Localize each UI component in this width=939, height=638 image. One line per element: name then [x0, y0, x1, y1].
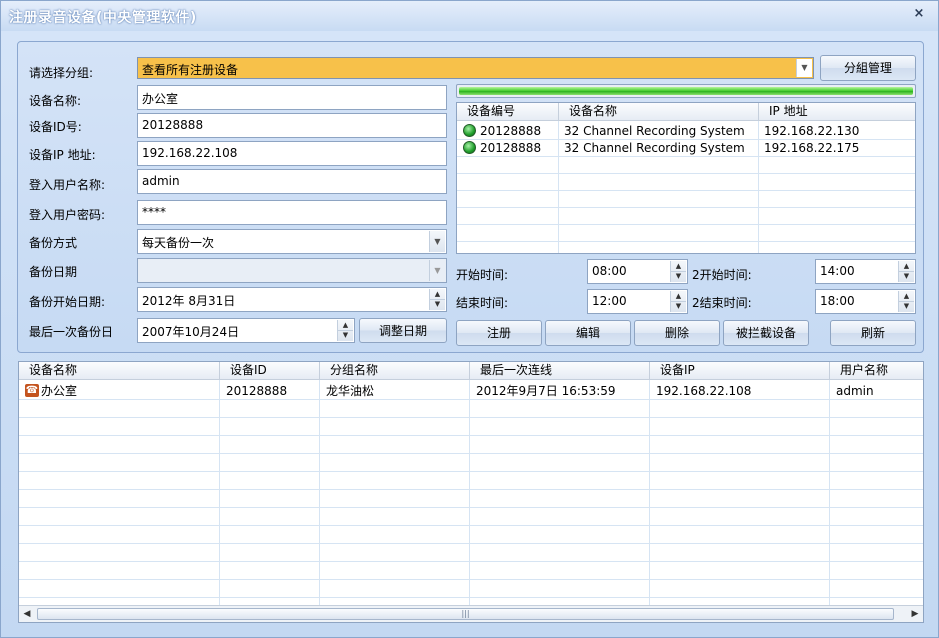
- last-backup-label: 最后一次备份日: [29, 325, 114, 339]
- column-header[interactable]: 最后一次连线: [470, 362, 650, 380]
- group-select[interactable]: 查看所有注册设备 ▼: [137, 57, 814, 79]
- backup-date-label: 备份日期: [29, 265, 78, 279]
- column-header[interactable]: 设备IP: [650, 362, 830, 380]
- window-title: 注册录音设备(中央管理软件): [9, 10, 197, 26]
- group-manage-button[interactable]: 分組管理: [820, 55, 916, 81]
- refresh-button[interactable]: 刷新: [830, 320, 916, 346]
- column-header[interactable]: 设备名称: [19, 362, 220, 380]
- settings-panel: 请选择分组: 查看所有注册设备 ▼ 分組管理 设备名称: 办公室 设备ID号: …: [17, 41, 924, 353]
- spin-down-icon[interactable]: ▼: [671, 271, 686, 282]
- scroll-left-icon[interactable]: ◀: [19, 606, 35, 622]
- device-id-cell: 20128888: [480, 124, 542, 138]
- adjust-date-button[interactable]: 调整日期: [359, 318, 447, 343]
- login-user-field[interactable]: admin: [137, 169, 447, 194]
- main-window: 注册录音设备(中央管理软件) × 请选择分组: 查看所有注册设备 ▼ 分組管理 …: [0, 0, 939, 638]
- spin-down-icon[interactable]: ▼: [671, 301, 686, 312]
- horizontal-scrollbar[interactable]: ◀ ||| ▶: [19, 605, 923, 622]
- spin-down-icon[interactable]: ▼: [430, 299, 445, 310]
- device-ip-label: 设备IP 地址:: [29, 148, 96, 162]
- backup-start-value: 2012年 8月31日: [142, 294, 236, 308]
- device-id-cell: 20128888: [480, 141, 542, 155]
- start-time-label: 开始时间:: [456, 268, 509, 282]
- group-select-value: 查看所有注册设备: [142, 63, 239, 77]
- backup-start-label: 备份开始日期:: [29, 295, 106, 309]
- start-time-spinner[interactable]: ▲ ▼: [670, 261, 686, 282]
- column-header[interactable]: 分组名称: [320, 362, 470, 380]
- column-header[interactable]: 设备名称: [559, 103, 759, 121]
- device-name-cell: 32 Channel Recording System: [564, 124, 745, 138]
- login-user-label: 登入用户名称:: [29, 178, 106, 192]
- end-time-value: 12:00: [592, 294, 627, 308]
- backup-mode-select[interactable]: 每天备份一次 ▼: [137, 229, 447, 254]
- last-backup-spinner[interactable]: ▲ ▼: [337, 320, 353, 341]
- green-led-icon: [463, 124, 476, 137]
- end2-time-spinner[interactable]: ▲ ▼: [898, 291, 914, 312]
- device-list[interactable]: 设备编号 设备名称 IP 地址 20128888 32 Channel Reco…: [456, 102, 916, 254]
- last-backup-date-picker[interactable]: 2007年10月24日 ▲ ▼: [137, 318, 355, 343]
- start2-time-field[interactable]: 14:00 ▲ ▼: [815, 259, 916, 284]
- backup-start-date-picker[interactable]: 2012年 8月31日 ▲ ▼: [137, 287, 447, 312]
- device-name-field[interactable]: 办公室: [137, 85, 447, 110]
- start-time-value: 08:00: [592, 264, 627, 278]
- device-id-field[interactable]: 20128888: [137, 113, 447, 138]
- spin-down-icon[interactable]: ▼: [338, 330, 353, 341]
- end2-time-label: 2结束时间:: [692, 296, 752, 310]
- backup-start-spinner[interactable]: ▲ ▼: [429, 289, 445, 310]
- device-id-label: 设备ID号:: [29, 120, 82, 134]
- backup-date-select: ▼: [137, 258, 447, 283]
- registered-last-connect-cell: 2012年9月7日 16:53:59: [476, 384, 616, 398]
- last-backup-value: 2007年10月24日: [142, 325, 240, 339]
- device-list-header: 设备编号 设备名称 IP 地址: [457, 103, 915, 121]
- backup-mode-label: 备份方式: [29, 236, 78, 250]
- column-header[interactable]: 设备编号: [457, 103, 559, 121]
- registered-name-cell: 办公室: [41, 384, 78, 398]
- chevron-down-icon: ▼: [429, 260, 445, 281]
- registered-group-cell: 龙华油松: [326, 384, 375, 398]
- column-header[interactable]: 设备ID: [220, 362, 320, 380]
- registered-devices-table[interactable]: 设备名称 设备ID 分组名称 最后一次连线 设备IP 用户名称 ☎ 办公室 20…: [18, 361, 924, 623]
- end2-time-field[interactable]: 18:00 ▲ ▼: [815, 289, 916, 314]
- register-button[interactable]: 注册: [456, 320, 542, 346]
- backup-mode-value: 每天备份一次: [142, 236, 215, 250]
- column-header[interactable]: IP 地址: [759, 103, 915, 121]
- spin-down-icon[interactable]: ▼: [899, 301, 914, 312]
- title-bar: 注册录音设备(中央管理软件) ×: [1, 1, 938, 31]
- registered-ip-cell: 192.168.22.108: [656, 384, 752, 398]
- device-ip-field[interactable]: 192.168.22.108: [137, 141, 447, 166]
- close-icon[interactable]: ×: [912, 7, 926, 21]
- registered-id-cell: 20128888: [226, 384, 288, 398]
- end2-time-value: 18:00: [820, 294, 855, 308]
- end-time-spinner[interactable]: ▲ ▼: [670, 291, 686, 312]
- green-led-icon: [463, 141, 476, 154]
- login-password-label: 登入用户密码:: [29, 208, 106, 222]
- edit-button[interactable]: 编辑: [545, 320, 631, 346]
- group-label: 请选择分组:: [29, 66, 94, 80]
- phone-icon: ☎: [25, 384, 39, 397]
- intercepted-devices-button[interactable]: 被拦截设备: [723, 320, 809, 346]
- chevron-down-icon[interactable]: ▼: [796, 59, 812, 77]
- device-name-label: 设备名称:: [29, 94, 82, 108]
- start2-time-spinner[interactable]: ▲ ▼: [898, 261, 914, 282]
- chevron-down-icon[interactable]: ▼: [429, 231, 445, 252]
- scrollbar-thumb[interactable]: |||: [37, 608, 894, 620]
- device-ip-cell: 192.168.22.175: [764, 141, 860, 155]
- device-ip-cell: 192.168.22.130: [764, 124, 860, 138]
- end-time-field[interactable]: 12:00 ▲ ▼: [587, 289, 688, 314]
- end-time-label: 结束时间:: [456, 296, 509, 310]
- progress-bar: [456, 84, 916, 98]
- table-header: 设备名称 设备ID 分组名称 最后一次连线 设备IP 用户名称: [19, 362, 923, 380]
- device-name-cell: 32 Channel Recording System: [564, 141, 745, 155]
- scroll-right-icon[interactable]: ▶: [907, 606, 923, 622]
- start2-time-value: 14:00: [820, 264, 855, 278]
- start2-time-label: 2开始时间:: [692, 268, 752, 282]
- spin-down-icon[interactable]: ▼: [899, 271, 914, 282]
- login-password-field[interactable]: ****: [137, 200, 447, 225]
- column-header[interactable]: 用户名称: [830, 362, 923, 380]
- start-time-field[interactable]: 08:00 ▲ ▼: [587, 259, 688, 284]
- registered-user-cell: admin: [836, 384, 874, 398]
- delete-button[interactable]: 删除: [634, 320, 720, 346]
- progress-fill: [459, 87, 913, 95]
